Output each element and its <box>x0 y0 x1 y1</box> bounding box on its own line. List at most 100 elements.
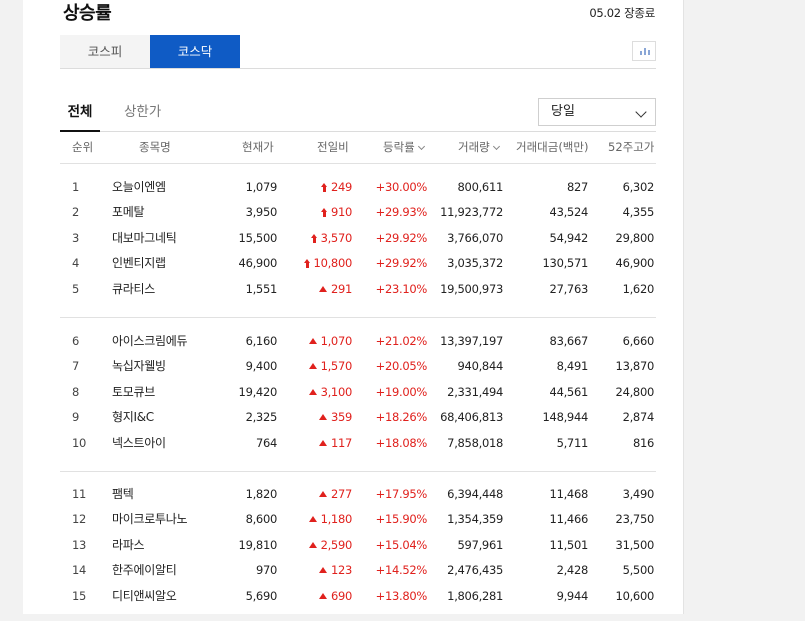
upper-limit-arrow-icon <box>310 233 318 243</box>
trade-volume: 13,397,197 <box>440 334 503 348</box>
stock-name-link[interactable]: 팸텍 <box>112 482 134 507</box>
table-row[interactable]: 12 마이크로투나노 8,600 1,180 +15.90% 1,354,359 11,46… <box>60 507 656 532</box>
table-row[interactable]: 15 디티앤씨알오 5,690 690 +13.80% 1,806,281 9,944 10,… <box>60 584 656 609</box>
current-price: 1,820 <box>245 487 278 501</box>
change-amount: 10,800 <box>303 251 352 276</box>
col-price: 현재가 <box>242 140 274 154</box>
change-rate: +29.92% <box>375 256 428 271</box>
week52-high: 29,800 <box>615 230 655 245</box>
stock-name-link[interactable]: 포메탈 <box>112 200 145 225</box>
change-value: 3,100 <box>320 384 353 399</box>
stock-name-link[interactable]: 인벤티지랩 <box>112 251 166 276</box>
change-rate: +19.00% <box>375 384 428 399</box>
current-price: 46,900 <box>238 256 278 271</box>
upper-limit-arrow-icon <box>320 183 328 192</box>
stock-name-link[interactable]: 토모큐브 <box>112 380 155 405</box>
trade-volume: 19,500,973 <box>440 281 503 296</box>
current-price: 764 <box>255 435 277 450</box>
stock-name-link[interactable]: 큐라티스 <box>112 277 155 302</box>
change-value: 277 <box>330 487 352 501</box>
trade-volume: 3,766,070 <box>447 230 503 245</box>
change-rate: +17.95% <box>375 487 428 501</box>
stock-name-link[interactable]: 디티앤씨알오 <box>112 584 177 609</box>
trade-volume: 1,806,281 <box>447 588 503 603</box>
period-select[interactable]: 당일 <box>538 98 656 126</box>
rank-cell: 12 <box>72 512 87 527</box>
row-group: 1 오늘이엔엠 1,079 249 +30.00% 800,611 827 6,302 2 포메탈… <box>60 163 656 318</box>
upper-limit-arrow-icon <box>320 208 328 218</box>
table-row[interactable]: 6 아이스크림에듀 6,160 1,070 +21.02% 13,397,197 83,66… <box>60 329 656 354</box>
trade-amount: 27,763 <box>549 281 589 296</box>
trade-volume: 800,611 <box>457 180 504 194</box>
rise-triangle-icon <box>308 541 317 548</box>
rank-cell: 5 <box>72 281 80 296</box>
chevron-down-icon <box>635 106 647 118</box>
rank-cell: 7 <box>72 359 80 374</box>
table-row[interactable]: 2 포메탈 3,950 910 +29.93% 11,923,772 43,524 4,355 <box>60 200 656 225</box>
trade-amount: 44,561 <box>549 384 589 399</box>
week52-high: 6,302 <box>622 180 655 194</box>
week52-high: 10,600 <box>615 588 655 603</box>
change-value: 1,180 <box>320 512 353 527</box>
col-volume-sort[interactable]: 거래량 <box>458 132 500 163</box>
current-price: 9,400 <box>245 359 278 374</box>
rank-cell: 14 <box>72 563 87 578</box>
week52-high: 3,490 <box>622 487 655 501</box>
stock-name-link[interactable]: 넥스트아이 <box>112 431 166 456</box>
bar-chart-icon[interactable] <box>632 41 656 61</box>
tab-upper-limit[interactable]: 상한가 <box>124 98 161 130</box>
table-row[interactable]: 13 라파스 19,810 2,590 +15.04% 597,961 11,501 31,5… <box>60 533 656 558</box>
trade-volume: 3,035,372 <box>447 256 503 271</box>
tab-kospi[interactable]: 코스피 <box>60 35 150 68</box>
table-row[interactable]: 10 넥스트아이 764 117 +18.08% 7,858,018 5,711 816 <box>60 431 656 456</box>
current-price: 8,600 <box>245 512 278 527</box>
rise-triangle-icon <box>318 439 327 446</box>
stock-name-link[interactable]: 형지I&C <box>112 405 154 430</box>
table-row[interactable]: 5 큐라티스 1,551 291 +23.10% 19,500,973 27,763 1,62… <box>60 277 656 302</box>
table-header: 순위 종목명 현재가 전일비 등락률 거래량 거래대금(백만) 52주고가 <box>60 132 656 164</box>
table-row[interactable]: 3 대보마그네틱 15,500 3,570 +29.92% 3,766,070 54,942… <box>60 226 656 251</box>
trade-volume: 68,406,813 <box>440 410 503 425</box>
change-value: 117 <box>330 435 352 450</box>
change-value: 3,570 <box>320 230 353 245</box>
stock-name-link[interactable]: 한주에이알티 <box>112 558 177 583</box>
tab-all[interactable]: 전체 <box>60 98 100 132</box>
rise-triangle-icon <box>318 491 327 497</box>
rank-cell: 6 <box>72 334 80 348</box>
trade-volume: 6,394,448 <box>447 487 503 501</box>
change-amount: 1,180 <box>308 507 353 532</box>
change-amount: 277 <box>318 482 352 507</box>
change-rate: +21.02% <box>375 334 428 348</box>
change-value: 291 <box>330 281 352 296</box>
week52-high: 46,900 <box>615 256 655 271</box>
stock-name-link[interactable]: 오늘이엔엠 <box>112 175 166 200</box>
col-rate-sort[interactable]: 등락률 <box>383 132 425 163</box>
change-amount: 291 <box>318 277 352 302</box>
trade-volume: 2,331,494 <box>447 384 503 399</box>
table-row[interactable]: 14 한주에이알티 970 123 +14.52% 2,476,435 2,428 5,500 <box>60 558 656 583</box>
stock-name-link[interactable]: 대보마그네틱 <box>112 226 177 251</box>
stock-name-link[interactable]: 마이크로투나노 <box>112 507 187 532</box>
table-row[interactable]: 1 오늘이엔엠 1,079 249 +30.00% 800,611 827 6,302 <box>60 175 656 200</box>
col-amount: 거래대금(백만) <box>516 140 589 154</box>
table-row[interactable]: 9 형지I&C 2,325 359 +18.26% 68,406,813 148,944 2,… <box>60 405 656 430</box>
table-row[interactable]: 4 인벤티지랩 46,900 10,800 +29.92% 3,035,372 130,57… <box>60 251 656 276</box>
change-amount: 359 <box>318 405 352 430</box>
change-rate: +18.26% <box>375 410 428 425</box>
sort-down-icon <box>492 142 500 151</box>
table-row[interactable]: 8 토모큐브 19,420 3,100 +19.00% 2,331,494 44,561 24… <box>60 380 656 405</box>
change-rate: +23.10% <box>375 281 428 296</box>
col-volume: 거래량 <box>458 140 490 154</box>
table-row[interactable]: 7 녹십자웰빙 9,400 1,570 +20.05% 940,844 8,491 13,87… <box>60 354 656 379</box>
change-amount: 910 <box>320 200 352 225</box>
trade-amount: 5,711 <box>556 435 589 450</box>
table-row[interactable]: 11 팸텍 1,820 277 +17.95% 6,394,448 11,468 3,490 <box>60 482 656 507</box>
stock-name-link[interactable]: 녹십자웰빙 <box>112 354 166 379</box>
stock-name-link[interactable]: 아이스크림에듀 <box>112 329 187 354</box>
rank-cell: 4 <box>72 256 80 271</box>
trade-amount: 11,501 <box>549 537 589 552</box>
tab-kosdaq[interactable]: 코스닥 <box>150 35 240 68</box>
trade-volume: 940,844 <box>457 359 504 374</box>
stock-name-link[interactable]: 라파스 <box>112 533 145 558</box>
change-amount: 123 <box>318 558 352 583</box>
